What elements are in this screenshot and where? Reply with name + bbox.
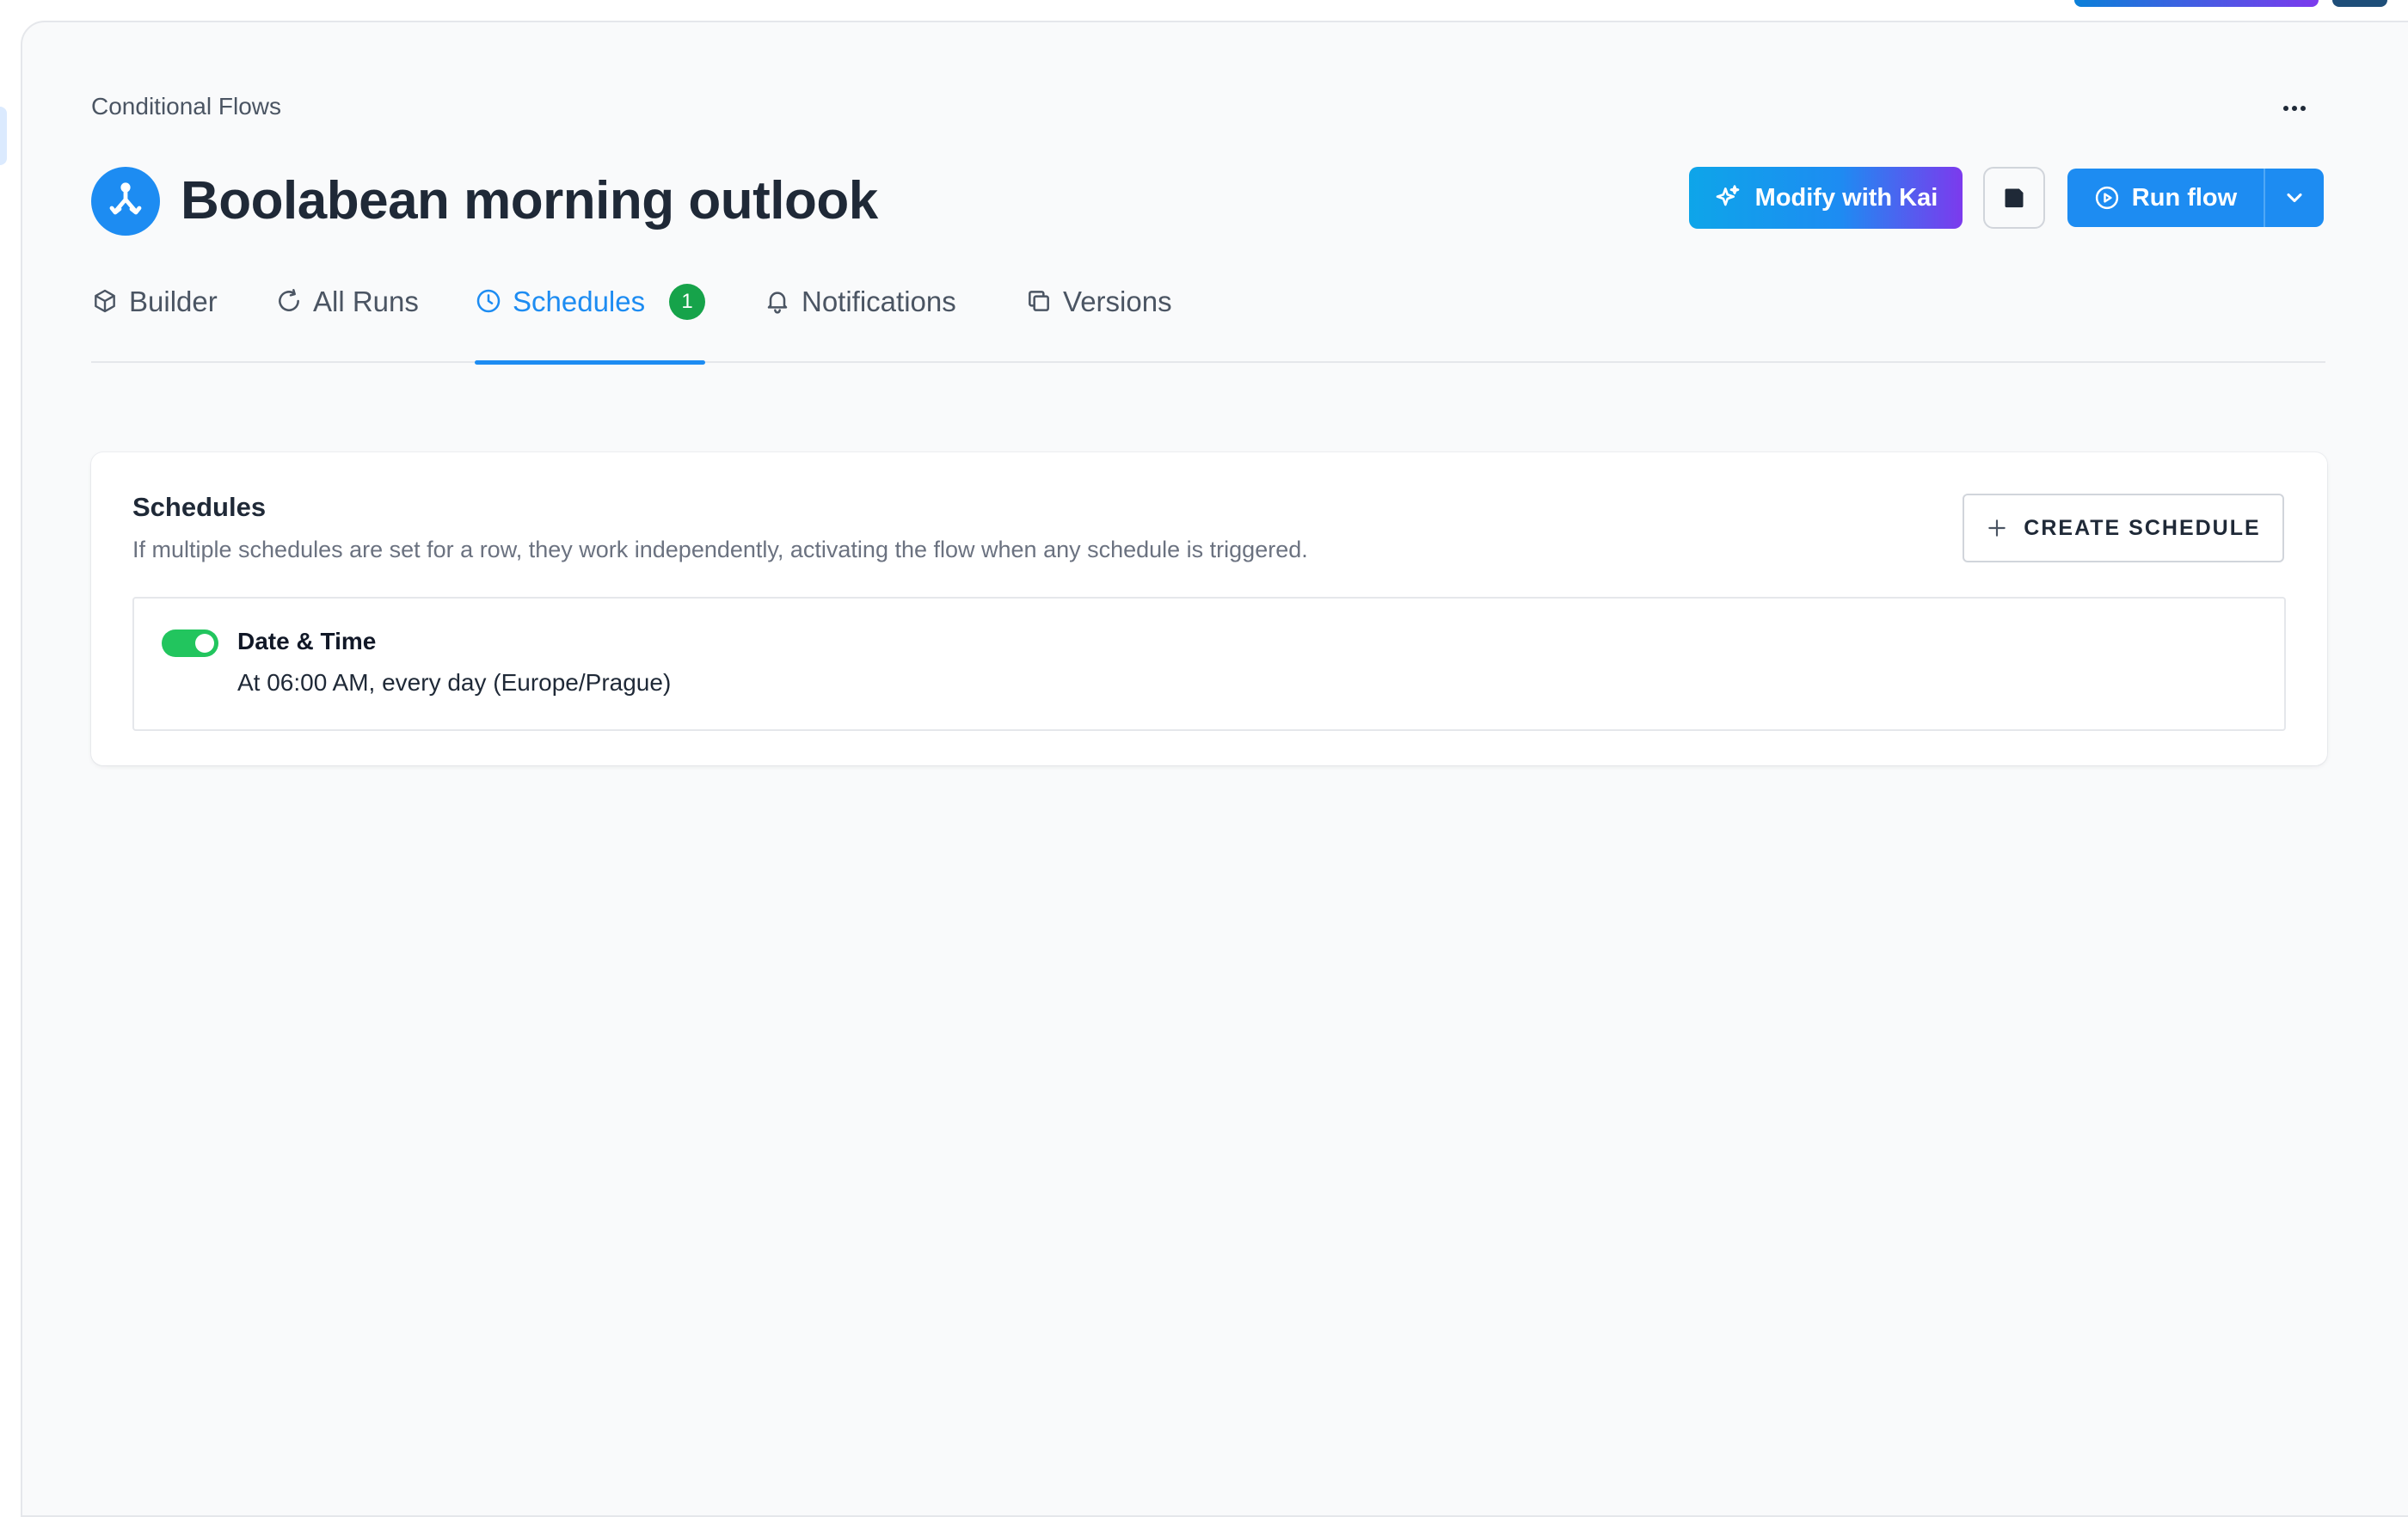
schedules-count-badge: 1 (669, 284, 706, 320)
schedule-enabled-toggle[interactable] (162, 630, 218, 657)
play-circle-icon (2095, 186, 2118, 210)
create-schedule-button[interactable]: CREATE SCHEDULE (1963, 494, 2284, 562)
schedules-card: Schedules If multiple schedules are set … (91, 452, 2327, 765)
tab-label: Versions (1063, 286, 1172, 317)
tab-label: All Runs (313, 286, 419, 317)
modify-with-kai-button[interactable]: Modify with Kai (1689, 167, 1963, 229)
tab-schedules[interactable]: Schedules 1 (475, 275, 706, 365)
page-title: Boolabean morning outlook (181, 171, 878, 230)
tab-versions[interactable]: Versions (1025, 275, 1172, 363)
schedule-detail: At 06:00 AM, every day (Europe/Prague) (237, 669, 672, 696)
sparkles-icon (1716, 185, 1739, 206)
copy-icon (1029, 291, 1049, 311)
run-flow-label: Run flow (2131, 183, 2238, 212)
schedules-description: If multiple schedules are set for a row,… (132, 537, 1308, 562)
top-bar-button[interactable] (2074, 0, 2319, 7)
bell-icon (767, 292, 788, 314)
more-dot-icon (2300, 106, 2306, 111)
modify-with-kai-label: Modify with Kai (1754, 183, 1938, 212)
tab-label: Builder (129, 286, 218, 317)
tab-notifications[interactable]: Notifications (764, 275, 956, 363)
tab-all-runs[interactable]: All Runs (275, 275, 419, 363)
more-dot-icon (2283, 106, 2288, 111)
more-options-button[interactable] (2276, 93, 2313, 124)
conditional-flow-icon (91, 167, 160, 236)
chevron-down-icon (2287, 193, 2302, 203)
run-flow-group: Run flow (2067, 169, 2324, 227)
refresh-icon (279, 289, 299, 311)
tab-builder[interactable]: Builder (91, 275, 218, 363)
save-button[interactable] (1983, 167, 2045, 229)
run-flow-dropdown-button[interactable] (2264, 169, 2324, 227)
clock-icon (476, 289, 501, 313)
tab-label: Schedules (513, 286, 646, 317)
schedules-title: Schedules (132, 492, 267, 522)
tab-bar: Builder All Runs Schedules 1 Notificatio… (91, 275, 2325, 365)
more-dot-icon (2292, 106, 2297, 111)
create-schedule-label: CREATE SCHEDULE (2024, 515, 2261, 540)
schedule-item[interactable]: Date & Time At 06:00 AM, every day (Euro… (132, 597, 2286, 731)
schedule-name: Date & Time (237, 628, 377, 654)
main-panel (21, 21, 2408, 1517)
breadcrumb[interactable]: Conditional Flows (91, 93, 281, 120)
run-flow-button[interactable]: Run flow (2067, 169, 2264, 227)
toggle-knob (195, 634, 214, 653)
tab-label: Notifications (802, 286, 956, 317)
cube-icon (95, 289, 115, 313)
avatar[interactable] (2332, 0, 2387, 7)
sidebar-active-indicator (0, 107, 7, 165)
plus-icon (1988, 519, 2006, 537)
save-icon (2005, 188, 2024, 208)
